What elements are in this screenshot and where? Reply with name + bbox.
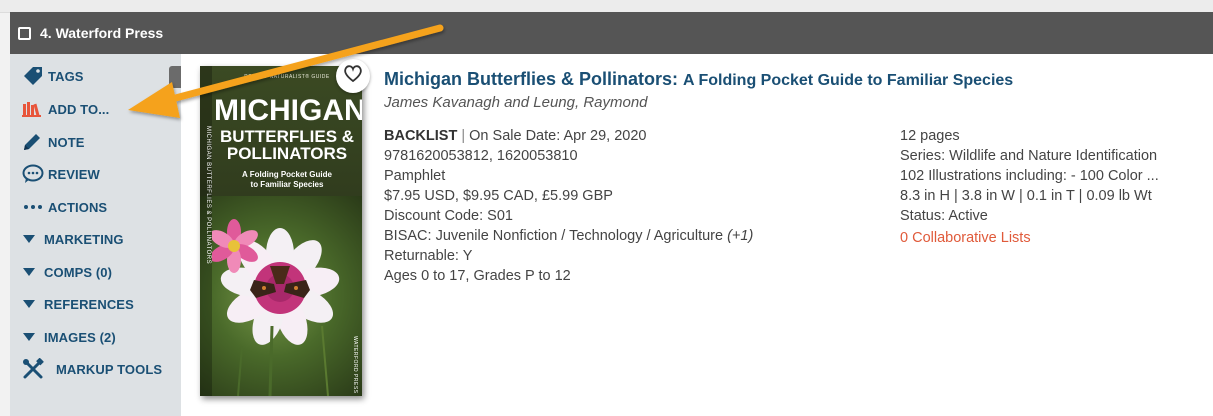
cover-title-line1: MICHIGAN	[214, 94, 362, 127]
sidebar-item-label: REVIEW	[48, 166, 100, 182]
dimensions: 8.3 in H | 3.8 in W | 0.1 in T | 0.09 lb…	[900, 188, 1152, 204]
cover-subtitle: A Folding Pocket Guide to Familiar Speci…	[214, 170, 360, 190]
sidebar: TAGS ADD TO... NOTE REVIEW ACTIONS MARKE…	[10, 54, 181, 416]
sidebar-item-label: MARKETING	[44, 231, 124, 247]
caret-down-icon	[22, 234, 44, 244]
sidebar-item-marketing[interactable]: MARKETING	[22, 228, 124, 250]
book-cover-image[interactable]: POCKET NATURALIST® GUIDE MICHIGAN BUTTER…	[200, 66, 362, 396]
book-authors: James Kavanagh and Leung, Raymond	[384, 94, 648, 111]
sidebar-item-note[interactable]: NOTE	[22, 131, 85, 153]
sidebar-item-label: COMPS (0)	[44, 264, 113, 280]
select-checkbox[interactable]	[18, 26, 31, 40]
format: Pamphlet	[384, 168, 446, 184]
sidebar-item-tags[interactable]: TAGS	[22, 65, 84, 87]
book-details-left: BACKLIST | On Sale Date: Apr 29, 2020 97…	[384, 126, 753, 286]
result-title: 4. Waterford Press	[40, 25, 164, 41]
cover-title-line2-text: BUTTERFLIES &	[219, 127, 355, 146]
cover-title-line3-text: POLLINATORS	[226, 144, 348, 163]
sidebar-item-actions[interactable]: ACTIONS	[22, 196, 107, 218]
collaborative-lists-link[interactable]: 0 Collaborative Lists	[900, 228, 1159, 248]
pages: 12 pages	[900, 128, 960, 144]
sidebar-item-references[interactable]: REFERENCES	[22, 293, 134, 315]
sidebar-item-comps[interactable]: COMPS (0)	[22, 261, 112, 283]
series: Series: Wildlife and Nature Identificati…	[900, 148, 1158, 164]
flower-illustration	[212, 219, 340, 396]
sidebar-item-review[interactable]: REVIEW	[22, 163, 100, 185]
bisac-line: BISAC: Juvenile Nonfiction / Technology …	[384, 226, 753, 246]
book-title: Michigan Butterflies & Pollinators:	[384, 69, 679, 89]
sidebar-item-label: IMAGES (2)	[44, 329, 116, 345]
sidebar-tab-handle[interactable]	[169, 66, 181, 88]
sidebar-item-label: TAGS	[48, 68, 84, 84]
speech-bubble-icon	[22, 164, 48, 184]
cover-title-line2: BUTTERFLIES & POLLINATORS	[214, 128, 360, 162]
isbns: 9781620053812, 1620053810	[384, 148, 578, 164]
bisac: BISAC: Juvenile Nonfiction / Technology …	[384, 228, 724, 244]
books-icon	[22, 101, 48, 117]
book-title-link[interactable]: Michigan Butterflies & Pollinators: A Fo…	[384, 69, 1013, 90]
ages: Ages 0 to 17, Grades P to 12	[384, 268, 571, 284]
cover-subtitle-line2: to Familiar Species	[250, 180, 324, 189]
dots-icon	[22, 202, 48, 212]
separator: |	[461, 128, 466, 144]
returnable: Returnable: Y	[384, 248, 473, 264]
heart-icon	[343, 64, 363, 88]
cover-side-title: MICHIGAN BUTTERFLIES & POLLINATORS	[205, 126, 211, 265]
tag-icon	[22, 66, 48, 86]
illustrations: 102 Illustrations including: - 100 Color…	[900, 168, 1159, 184]
onsale-line: BACKLIST | On Sale Date: Apr 29, 2020	[384, 126, 753, 146]
sidebar-item-label: REFERENCES	[44, 296, 134, 312]
discount-code: Discount Code: S01	[384, 208, 513, 224]
result-header: 4. Waterford Press	[10, 12, 1213, 54]
on-sale-date: On Sale Date: Apr 29, 2020	[469, 128, 647, 144]
sidebar-item-label: NOTE	[48, 134, 85, 150]
sidebar-item-add-to[interactable]: ADD TO...	[22, 98, 109, 120]
result-panel: 4. Waterford Press TAGS ADD TO... NOTE R…	[10, 12, 1213, 416]
favorite-button[interactable]	[336, 59, 370, 93]
book-details-right: 12 pages Series: Wildlife and Nature Ide…	[900, 126, 1159, 248]
sidebar-item-images[interactable]: IMAGES (2)	[22, 326, 116, 348]
status: Status: Active	[900, 208, 988, 224]
caret-down-icon	[22, 267, 44, 277]
sidebar-item-label: MARKUP TOOLS	[56, 361, 163, 377]
sidebar-item-label: ACTIONS	[48, 199, 108, 215]
status-label: BACKLIST	[384, 128, 458, 144]
cover-subtitle-line1: A Folding Pocket Guide	[242, 170, 332, 179]
prices: $7.95 USD, $9.95 CAD, £5.99 GBP	[384, 188, 613, 204]
caret-down-icon	[22, 299, 44, 309]
tools-icon	[22, 358, 56, 380]
pencil-icon	[22, 132, 48, 152]
sidebar-item-label: ADD TO...	[48, 101, 110, 117]
caret-down-icon	[22, 332, 44, 342]
book-subtitle: A Folding Pocket Guide to Familiar Speci…	[683, 72, 1014, 89]
sidebar-item-markup-tools[interactable]: MARKUP TOOLS	[22, 358, 162, 380]
bisac-more[interactable]: (+1)	[727, 228, 753, 244]
